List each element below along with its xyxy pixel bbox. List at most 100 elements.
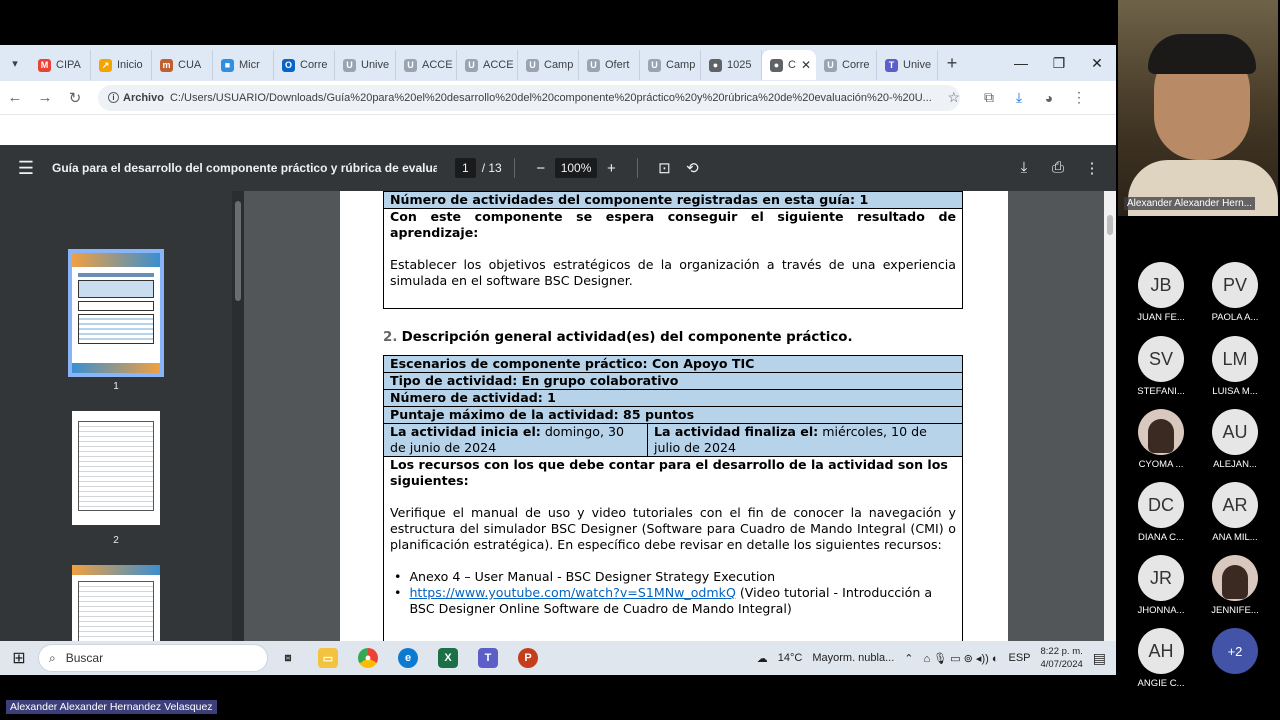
more-menu-icon[interactable]: ⋮	[1064, 89, 1094, 106]
teams-icon: T	[885, 58, 898, 72]
address-bar[interactable]: i Archivo C:/Users/USUARIO/Downloads/Guí…	[98, 84, 960, 111]
clock-date: 4/07/2024	[1040, 659, 1083, 670]
more-participants-button[interactable]: +2	[1200, 628, 1270, 678]
zoom-out-icon[interactable]: −	[527, 160, 555, 177]
pdf-toolbar: ☰ Guía para el desarrollo del componente…	[0, 145, 1116, 191]
restore-icon[interactable]: ❐	[1040, 55, 1078, 72]
site-info-chip[interactable]: i Archivo	[108, 92, 164, 104]
tab-a-1[interactable]: T Unive	[877, 50, 938, 80]
tab-b-10[interactable]: U Camp	[640, 50, 701, 80]
tab-search-chevron-icon[interactable]: ▾	[0, 57, 30, 70]
windows-start-icon[interactable]: ⊞	[0, 648, 38, 668]
rotate-icon[interactable]: ⟲	[678, 159, 706, 177]
outlook-icon: O	[282, 58, 295, 72]
clock[interactable]: 8:22 p. m. 4/07/2024	[1041, 645, 1083, 671]
puzzle-icon: m	[160, 58, 173, 72]
presenter-name: Alexander Alexander Hern...	[1124, 197, 1256, 210]
search-icon: ⌕	[49, 650, 56, 665]
forward-icon[interactable]: →	[30, 89, 60, 106]
participant-tile: SV STEFANI...	[1126, 336, 1196, 397]
tab-a-0[interactable]: U Corre	[816, 50, 877, 80]
notifications-icon[interactable]: ▤	[1093, 650, 1106, 667]
moodle-icon: U	[465, 58, 478, 72]
tab-active[interactable]: ● C ✕	[762, 50, 816, 80]
end-label: La actividad finaliza el:	[654, 424, 819, 439]
profile-avatar[interactable]: ◕	[1034, 90, 1064, 106]
participant-name: JUAN FE...	[1137, 312, 1185, 323]
weather-icon[interactable]: ☁	[757, 652, 768, 665]
activities-count-row: Número de actividades del componente reg…	[383, 191, 963, 209]
security-chip-label: Archivo	[123, 91, 164, 104]
powerpoint-icon[interactable]: P	[508, 648, 548, 668]
tab-b-8[interactable]: U Camp	[518, 50, 579, 80]
excel-icon[interactable]: X	[428, 648, 468, 668]
clock-time: 8:22 p. m.	[1040, 646, 1083, 657]
page-thumbnail-2[interactable]	[72, 411, 160, 525]
search-placeholder: Buscar	[65, 651, 104, 665]
task-view-icon[interactable]: ⧈	[268, 648, 308, 668]
language-indicator[interactable]: ESP	[1008, 652, 1030, 664]
sidebar-scrollbar[interactable]	[232, 191, 244, 641]
back-icon[interactable]: ←	[0, 89, 30, 106]
system-tray: ☁ 14°C Mayorm. nubla... ⌃ ⌂ 🎙 ▭ ⊚ ◂)) ◐ …	[757, 645, 1116, 671]
page-thumbnail-3[interactable]	[72, 565, 160, 641]
speaker-name-label: Alexander Alexander Hernandez Velasquez	[6, 700, 217, 714]
tab-b-11[interactable]: ● 1025	[701, 50, 762, 80]
outcome-heading: Con este componente se espera conseguir …	[390, 209, 956, 240]
zoom-in-icon[interactable]: +	[597, 160, 625, 177]
fit-page-icon[interactable]: ⊡	[650, 159, 678, 177]
tab-b-6[interactable]: U ACCE	[396, 50, 457, 80]
tab-close-icon[interactable]: ✕	[801, 58, 811, 72]
tab-label: Unive	[361, 59, 390, 71]
reload-icon[interactable]: ↻	[60, 89, 90, 107]
tab-b-9[interactable]: U Ofert	[579, 50, 640, 80]
pdf-more-icon[interactable]: ⋮	[1078, 159, 1106, 177]
resources-text: Verifique el manual de uso y video tutor…	[390, 505, 956, 552]
avatar: DC	[1138, 482, 1184, 528]
tab-label: 1025	[727, 59, 752, 71]
taskbar-search[interactable]: ⌕ Buscar	[38, 644, 268, 672]
pdf-download-icon[interactable]: ⤓	[1010, 159, 1038, 177]
tab-label: C	[788, 59, 796, 71]
teams-icon[interactable]: T	[468, 648, 508, 668]
max-score-row: Puntaje máximo de la actividad: 85 punto…	[383, 406, 963, 424]
page-scrollbar[interactable]	[1104, 191, 1116, 641]
tab-label: Corre	[842, 59, 870, 71]
tab-b-5[interactable]: U Unive	[335, 50, 396, 80]
file-explorer-icon[interactable]: ▭	[308, 648, 348, 668]
outcome-table: Número de actividades del componente reg…	[383, 191, 963, 309]
edge-icon[interactable]: e	[388, 648, 428, 668]
avatar: AU	[1212, 409, 1258, 455]
zoom-input[interactable]: 100%	[554, 158, 598, 178]
page-thumbnail-1[interactable]	[68, 249, 164, 377]
list-item: • Anexo 4 – User Manual - BSC Designer St…	[394, 569, 776, 584]
globe-icon: ●	[770, 58, 783, 72]
tab-b-1[interactable]: ↗ Inicio	[91, 50, 152, 80]
url-text[interactable]: C:/Users/USUARIO/Downloads/Guía%20para%2…	[170, 92, 941, 104]
divider	[513, 158, 515, 178]
tab-b-0[interactable]: M CIPA	[30, 50, 91, 80]
tab-b-3[interactable]: ■ Micr	[213, 50, 274, 80]
bookmark-star-icon[interactable]: ☆	[947, 89, 960, 106]
avatar: JB	[1138, 262, 1184, 308]
tab-b-2[interactable]: m CUA	[152, 50, 213, 80]
weather-text[interactable]: Mayorm. nubla...	[812, 652, 894, 664]
sidebar-menu-icon[interactable]: ☰	[0, 158, 52, 179]
page-number-input[interactable]: 1	[455, 158, 476, 178]
extensions-icon[interactable]: ⧉	[974, 89, 1004, 106]
close-window-icon[interactable]: ✕	[1078, 55, 1116, 72]
participant-tile: CYOMA ...	[1126, 409, 1196, 470]
weather-temp[interactable]: 14°C	[778, 652, 803, 664]
print-icon[interactable]: ⎙	[1044, 159, 1072, 177]
presenter-video: Alexander Alexander Hern...	[1118, 0, 1278, 216]
tab-b-4[interactable]: O Corre	[274, 50, 335, 80]
download-icon[interactable]: ⤓	[1004, 89, 1034, 106]
chevron-up-icon[interactable]: ⌃	[904, 652, 913, 665]
resources-cell: Los recursos con los que debe contar par…	[383, 456, 963, 641]
youtube-link[interactable]: https://www.youtube.com/watch?v=S1MNw_od…	[409, 585, 735, 600]
tray-icons[interactable]: ⌂ 🎙 ▭ ⊚ ◂)) ◐	[923, 652, 998, 665]
new-tab-button[interactable]: +	[938, 53, 966, 74]
tab-b-7[interactable]: U ACCE	[457, 50, 518, 80]
minimize-icon[interactable]: —	[1002, 55, 1040, 72]
chrome-icon[interactable]: ●	[348, 648, 388, 668]
